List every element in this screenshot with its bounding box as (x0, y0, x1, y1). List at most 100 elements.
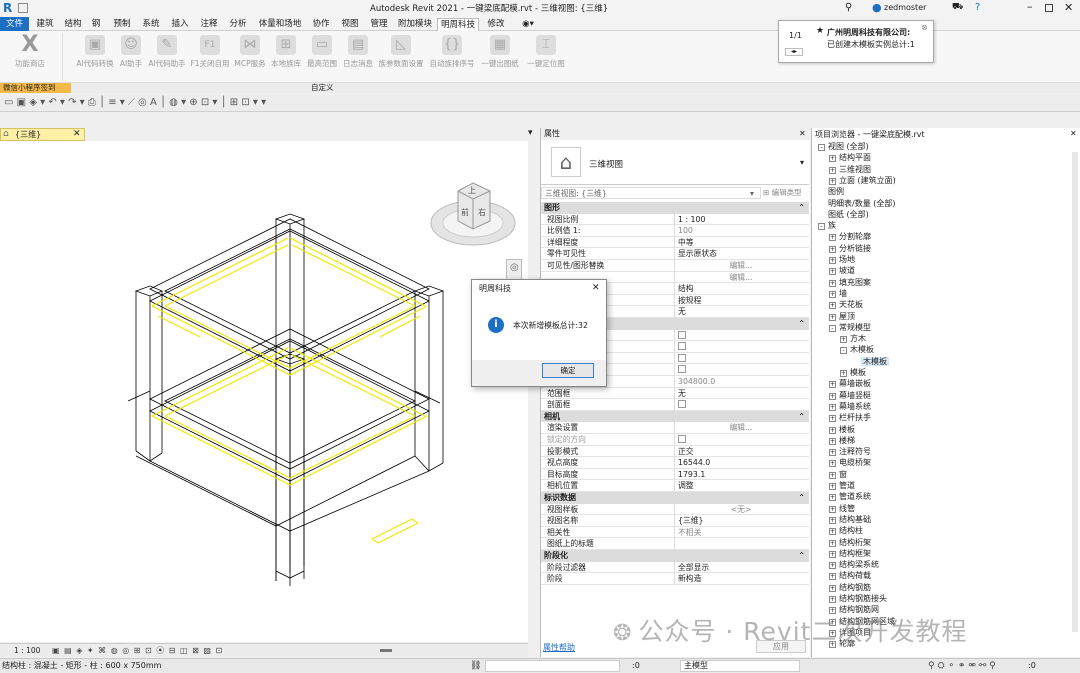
property-value[interactable] (674, 399, 807, 411)
browser-item[interactable]: + 结构基础 (829, 514, 871, 525)
property-value[interactable]: 正交 (674, 445, 807, 458)
browser-item[interactable]: + 楼板 (829, 424, 855, 435)
expand-node-icon[interactable]: + (829, 449, 836, 457)
type-dropdown-icon[interactable]: ▾ (800, 158, 804, 167)
property-value[interactable] (674, 341, 807, 353)
expand-node-icon[interactable]: + (829, 257, 836, 264)
browser-item[interactable]: + 分割轮廓 (829, 231, 871, 242)
expand-node-icon[interactable]: + (829, 471, 836, 479)
browser-item[interactable]: + 结构桁架 (829, 537, 871, 548)
browser-item[interactable]: 木模板 (851, 356, 889, 367)
notification-close-icon[interactable]: ⊗ (921, 23, 928, 32)
expand-node-icon[interactable]: + (829, 381, 836, 389)
browser-item[interactable]: - 木模板 (840, 344, 874, 355)
expand-node-icon[interactable]: + (829, 234, 836, 242)
tab-precast[interactable]: 预制 (110, 18, 134, 31)
log-message-button[interactable]: ▤ 日志消息 (340, 35, 376, 69)
ai-code-convert-button[interactable]: ▣ AI代码转换 (74, 35, 116, 69)
expand-node-icon[interactable]: + (829, 528, 836, 536)
type-selector[interactable]: ⌂ 三维视图 ▾ (541, 141, 809, 185)
tab-mingzhou[interactable]: 明周科技 (437, 18, 479, 31)
app-menu-icon[interactable] (18, 3, 28, 13)
expand-node-icon[interactable]: + (829, 415, 836, 423)
browser-item[interactable]: + 天花板 (829, 299, 863, 310)
expand-node-icon[interactable]: + (829, 302, 836, 310)
property-value[interactable] (674, 434, 807, 446)
property-row[interactable]: 渲染设置 编辑... (541, 422, 809, 434)
browser-item[interactable]: + 窗 (829, 469, 847, 480)
browser-item[interactable]: 明细表/数量 (全部) (818, 198, 895, 209)
view-tab-3d[interactable]: ⌂ {三维} ✕ (0, 128, 85, 141)
property-section[interactable]: 标识数据 ⌃ (541, 492, 809, 504)
expand-node-icon[interactable]: + (829, 483, 836, 490)
browser-item[interactable]: + 墙 (829, 288, 847, 299)
property-row[interactable]: 阶段过滤器 全部显示 (541, 561, 809, 574)
expand-node-icon[interactable]: + (829, 245, 836, 253)
property-row[interactable]: 零件可见性 显示原状态 (541, 248, 809, 260)
collapse-icon[interactable]: ⌃ (798, 492, 805, 503)
browser-item[interactable]: + 立面 (建筑立面) (829, 175, 896, 186)
expand-node-icon[interactable]: + (829, 166, 836, 174)
properties-close-icon[interactable]: ✕ (799, 129, 806, 138)
expand-node-icon[interactable]: + (829, 596, 836, 603)
property-value[interactable]: 不相关 (674, 526, 807, 539)
property-checkbox[interactable] (678, 342, 686, 351)
expand-node-icon[interactable]: + (829, 268, 836, 276)
f1-close-button[interactable]: F1 F1关闭自用 (188, 35, 232, 69)
ok-button[interactable]: 确定 (542, 363, 594, 378)
browser-item[interactable]: + 管道系统 (829, 491, 871, 502)
wechat-checkin-label[interactable]: 微信小程序签到 (0, 83, 71, 93)
tab-modify[interactable]: 修改 (484, 18, 508, 31)
expand-node-icon[interactable]: + (829, 437, 836, 445)
help-icon[interactable]: ? (975, 2, 980, 13)
browser-item[interactable]: + 坡道 (829, 265, 855, 276)
tab-massing[interactable]: 体量和场地 (256, 18, 304, 31)
property-value[interactable]: 无 (674, 306, 807, 318)
browser-scrollbar[interactable] (1072, 152, 1078, 632)
property-section[interactable]: 图形 ⌃ (541, 202, 809, 214)
property-row[interactable]: 相关性 不相关 (541, 526, 809, 539)
browser-item[interactable]: + 结构梁系统 (829, 559, 879, 570)
view-cube[interactable]: 上 前 右 (428, 171, 518, 251)
expand-node-icon[interactable]: + (829, 539, 836, 547)
property-row[interactable]: 范围框 无 (541, 387, 809, 400)
tab-manage[interactable]: 管理 (367, 18, 391, 31)
property-row[interactable]: 锁定的方向 (541, 434, 809, 446)
collapse-node-icon[interactable]: - (818, 223, 825, 231)
property-value[interactable]: 中等 (674, 236, 807, 249)
workset-dropdown[interactable] (485, 660, 620, 672)
property-value[interactable]: 全部显示 (674, 561, 807, 574)
expand-node-icon[interactable]: + (829, 279, 836, 287)
property-section[interactable]: 相机 ⌃ (541, 410, 809, 423)
browser-item[interactable]: + 线管 (829, 503, 855, 514)
collapse-icon[interactable]: ⌃ (798, 318, 805, 329)
browser-item[interactable]: + 结构平面 (829, 152, 871, 163)
tab-structure[interactable]: 结构 (61, 18, 85, 31)
max-range-button[interactable]: ▭ 最高范围 (304, 35, 340, 69)
expand-node-icon[interactable]: + (829, 550, 836, 558)
tab-overflow-icon[interactable]: ◉▾ (518, 18, 538, 31)
property-row[interactable]: 视图样板 <无> (541, 503, 809, 516)
tab-steel[interactable]: 钢 (89, 18, 103, 31)
tab-addins[interactable]: 附加模块 (396, 18, 434, 31)
property-row[interactable]: 详细程度 中等 (541, 236, 809, 249)
mcp-service-button[interactable]: ⋈ MCP服务 (232, 35, 268, 69)
browser-item[interactable]: 图例 (818, 186, 844, 197)
family-param-button[interactable]: ◺ 族参数面设置 (376, 35, 426, 69)
browser-item[interactable]: + 栏杆扶手 (829, 412, 871, 423)
property-row[interactable]: 可见性/图形替换 编辑... (541, 260, 809, 272)
property-row[interactable]: 相机位置 调整 (541, 480, 809, 492)
expand-node-icon[interactable]: + (829, 584, 836, 592)
tab-analyze[interactable]: 分析 (226, 18, 250, 31)
property-edit-button[interactable]: 编辑... (674, 260, 807, 272)
property-checkbox[interactable] (678, 353, 686, 362)
browser-item[interactable]: + 屋顶 (829, 311, 855, 322)
browser-item[interactable]: + 结构钢筋 (829, 582, 871, 593)
property-checkbox[interactable] (678, 330, 686, 339)
property-value[interactable] (674, 364, 807, 376)
browser-item[interactable]: - 视图 (全部) (818, 141, 869, 152)
property-value[interactable]: 100 (674, 225, 807, 237)
browser-item[interactable]: + 注释符号 (829, 446, 871, 457)
property-value[interactable]: {三维} (674, 515, 807, 527)
property-edit-button[interactable]: 编辑... (674, 422, 807, 434)
